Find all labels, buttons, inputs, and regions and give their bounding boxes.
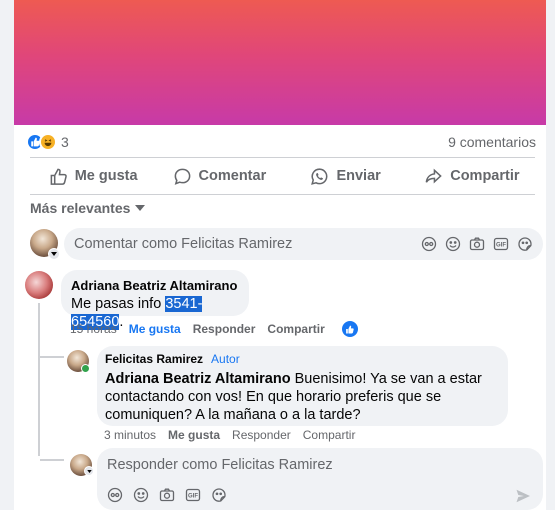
reply-header: Felicitas Ramirez Autor xyxy=(105,352,500,366)
comments-count[interactable]: 9 comentarios xyxy=(448,134,536,150)
send-button[interactable]: Enviar xyxy=(283,160,409,192)
reply-composer[interactable]: Responder como Felicitas Ramirez GIF xyxy=(97,448,543,510)
post-card: 3 9 comentarios Me gusta Comentar Enviar… xyxy=(14,0,546,510)
author-badge: Autor xyxy=(211,352,240,366)
send-icon[interactable] xyxy=(515,488,531,509)
like-reaction-icon[interactable] xyxy=(341,321,358,337)
thread-line xyxy=(38,303,40,456)
comment-bubble: Adriana Beatriz Altamirano Me pasas info… xyxy=(61,270,249,330)
reactions-summary[interactable]: 3 xyxy=(26,133,69,151)
avatar[interactable] xyxy=(25,271,53,299)
share-arrow-icon xyxy=(425,168,442,183)
caret-down-icon xyxy=(135,205,146,211)
reply-mention[interactable]: Adriana Beatriz Altamirano xyxy=(105,371,291,387)
reply-reply-button[interactable]: Responder xyxy=(232,428,291,442)
reply-author[interactable]: Felicitas Ramirez xyxy=(105,352,203,366)
reply-like-button[interactable]: Me gusta xyxy=(168,428,220,442)
post-actions: Me gusta Comentar Enviar Compartir xyxy=(30,160,535,192)
gif-icon[interactable]: GIF xyxy=(493,236,509,252)
sticker-icon[interactable] xyxy=(211,487,227,503)
sort-dropdown[interactable]: Más relevantes xyxy=(30,200,146,216)
like-button[interactable]: Me gusta xyxy=(30,160,156,192)
speech-bubble-icon xyxy=(174,168,190,185)
comment-reply-button[interactable]: Responder xyxy=(193,322,256,336)
post-image[interactable] xyxy=(14,0,546,125)
comment-composer[interactable]: Comentar como Felicitas Ramirez GIF xyxy=(64,228,543,260)
like-button-label: Me gusta xyxy=(74,168,138,184)
send-button-label: Enviar xyxy=(336,168,381,184)
emoji-icon[interactable] xyxy=(445,236,461,252)
comment-input[interactable]: Comentar como Felicitas Ramirez xyxy=(74,236,421,252)
avatar-sticker-icon[interactable] xyxy=(107,487,123,503)
reply-composer-tools: GIF xyxy=(107,487,227,503)
reactions-count: 3 xyxy=(61,134,69,150)
thread-line xyxy=(40,356,64,358)
comment-author[interactable]: Adriana Beatriz Altamirano xyxy=(71,278,239,293)
chevron-down-icon[interactable] xyxy=(84,466,94,476)
reply-input[interactable]: Responder como Felicitas Ramirez xyxy=(107,457,333,473)
comment-timestamp[interactable]: 15 horas xyxy=(70,322,117,336)
comment-button-label: Comentar xyxy=(198,168,267,184)
camera-icon[interactable] xyxy=(469,236,485,252)
sort-label: Más relevantes xyxy=(30,200,131,216)
svg-text:GIF: GIF xyxy=(188,494,198,500)
emoji-icon[interactable] xyxy=(133,487,149,503)
reply-share-button[interactable]: Compartir xyxy=(303,428,356,442)
comment-meta: 15 horas Me gusta Responder Compartir xyxy=(70,321,358,337)
divider xyxy=(30,194,535,195)
comment-like-button[interactable]: Me gusta xyxy=(129,322,181,336)
reply-text: Adriana Beatriz Altamirano Buenisimo! Ya… xyxy=(105,370,500,424)
gif-icon[interactable]: GIF xyxy=(185,487,201,503)
comment-button[interactable]: Comentar xyxy=(156,160,282,192)
haha-reaction-icon xyxy=(39,133,57,151)
reply-timestamp[interactable]: 3 minutos xyxy=(104,428,156,442)
share-button-label: Compartir xyxy=(450,168,520,184)
whatsapp-icon xyxy=(311,167,328,185)
reply-meta: 3 minutos Me gusta Responder Compartir xyxy=(104,428,355,442)
thread-line xyxy=(40,459,64,461)
chevron-down-icon[interactable] xyxy=(48,248,60,260)
share-button[interactable]: Compartir xyxy=(409,160,535,192)
online-status-indicator xyxy=(81,364,90,373)
reply-bubble: Felicitas Ramirez Autor Adriana Beatriz … xyxy=(97,346,508,426)
comment-text-prefix: Me pasas info xyxy=(71,296,166,312)
camera-icon[interactable] xyxy=(159,487,175,503)
post-stats: 3 9 comentarios xyxy=(26,131,536,153)
divider xyxy=(30,157,535,158)
sticker-icon[interactable] xyxy=(517,236,533,252)
thumbs-up-icon xyxy=(50,168,67,185)
svg-text:GIF: GIF xyxy=(496,243,506,249)
composer-tools: GIF xyxy=(421,236,533,252)
avatar-sticker-icon[interactable] xyxy=(421,236,437,252)
comment-share-button[interactable]: Compartir xyxy=(267,322,324,336)
